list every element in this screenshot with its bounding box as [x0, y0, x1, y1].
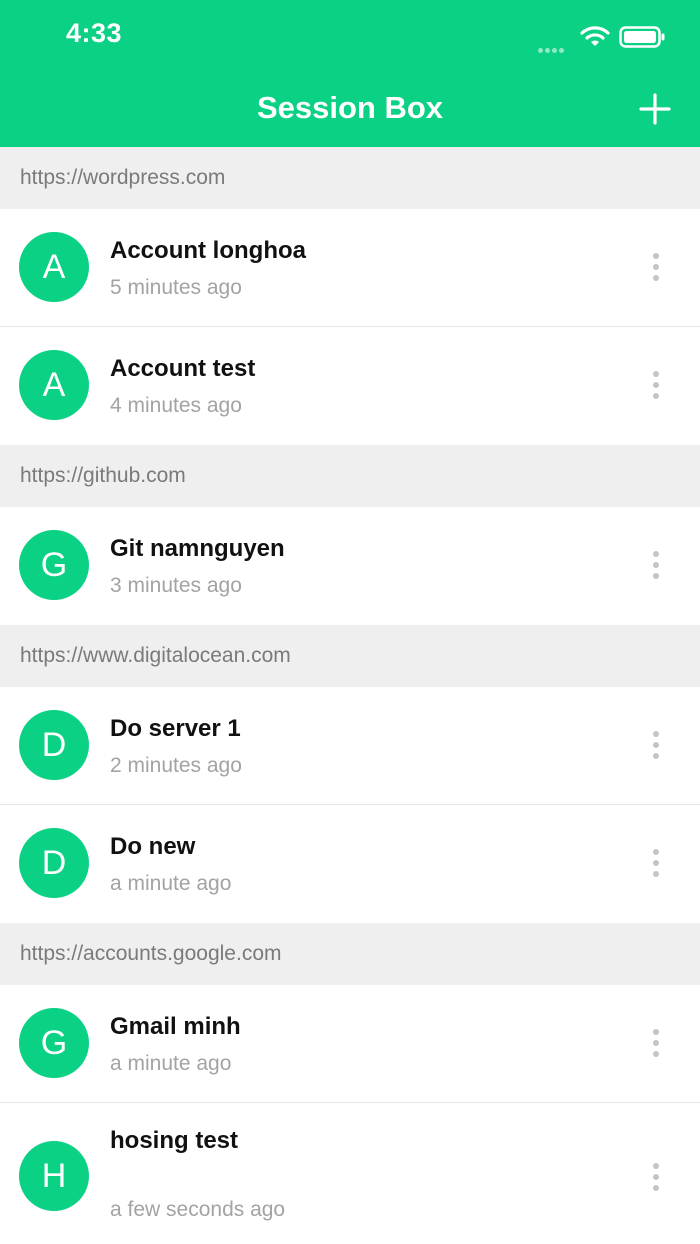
session-title: Git namnguyen — [110, 535, 285, 562]
session-time: 2 minutes ago — [110, 754, 242, 777]
section-header: https://wordpress.com — [0, 147, 700, 209]
session-title: Account test — [110, 355, 256, 382]
more-vertical-icon[interactable] — [644, 243, 668, 291]
session-list: https://wordpress.com A Account longhoa … — [0, 147, 700, 1238]
battery-icon — [619, 26, 665, 48]
more-vertical-icon[interactable] — [644, 839, 668, 887]
session-title: hosing test — [110, 1127, 239, 1154]
session-title: Gmail minh — [110, 1013, 241, 1040]
session-row[interactable]: D Do server 1 2 minutes ago — [0, 687, 700, 805]
avatar: D — [19, 710, 89, 780]
more-vertical-icon[interactable] — [644, 361, 668, 409]
more-vertical-icon[interactable] — [644, 1019, 668, 1067]
cellular-signal-icon — [538, 40, 566, 58]
session-title: Do new — [110, 833, 196, 860]
wifi-icon — [580, 26, 610, 46]
status-time: 4:33 — [66, 18, 123, 48]
session-title: Do server 1 — [110, 715, 241, 742]
avatar: D — [19, 828, 89, 898]
avatar: G — [19, 530, 89, 600]
plus-icon[interactable] — [636, 90, 674, 128]
avatar: A — [19, 350, 89, 420]
session-title: Account longhoa — [110, 237, 306, 264]
session-time: 5 minutes ago — [110, 276, 242, 299]
session-time: a few seconds ago — [110, 1198, 286, 1221]
avatar: G — [19, 1008, 89, 1078]
section-header: https://accounts.google.com — [0, 923, 700, 985]
page-title: Session Box — [256, 90, 444, 125]
more-vertical-icon[interactable] — [644, 721, 668, 769]
nav-bar: Session Box — [0, 76, 700, 147]
session-row[interactable]: A Account test 4 minutes ago — [0, 327, 700, 445]
session-time: 3 minutes ago — [110, 574, 242, 597]
session-row[interactable]: G Git namnguyen 3 minutes ago — [0, 507, 700, 625]
session-time: 4 minutes ago — [110, 394, 242, 417]
session-row[interactable]: H hosing test a few seconds ago — [0, 1103, 700, 1238]
session-row[interactable]: D Do new a minute ago — [0, 805, 700, 923]
more-vertical-icon[interactable] — [644, 541, 668, 589]
session-time: a minute ago — [110, 1052, 232, 1075]
session-row[interactable]: A Account longhoa 5 minutes ago — [0, 209, 700, 327]
avatar: H — [19, 1141, 89, 1211]
session-row[interactable]: G Gmail minh a minute ago — [0, 985, 700, 1103]
status-bar: 4:33 — [0, 0, 700, 76]
avatar: A — [19, 232, 89, 302]
more-vertical-icon[interactable] — [644, 1153, 668, 1201]
session-time: a minute ago — [110, 872, 232, 895]
section-header: https://www.digitalocean.com — [0, 625, 700, 687]
section-header: https://github.com — [0, 445, 700, 507]
